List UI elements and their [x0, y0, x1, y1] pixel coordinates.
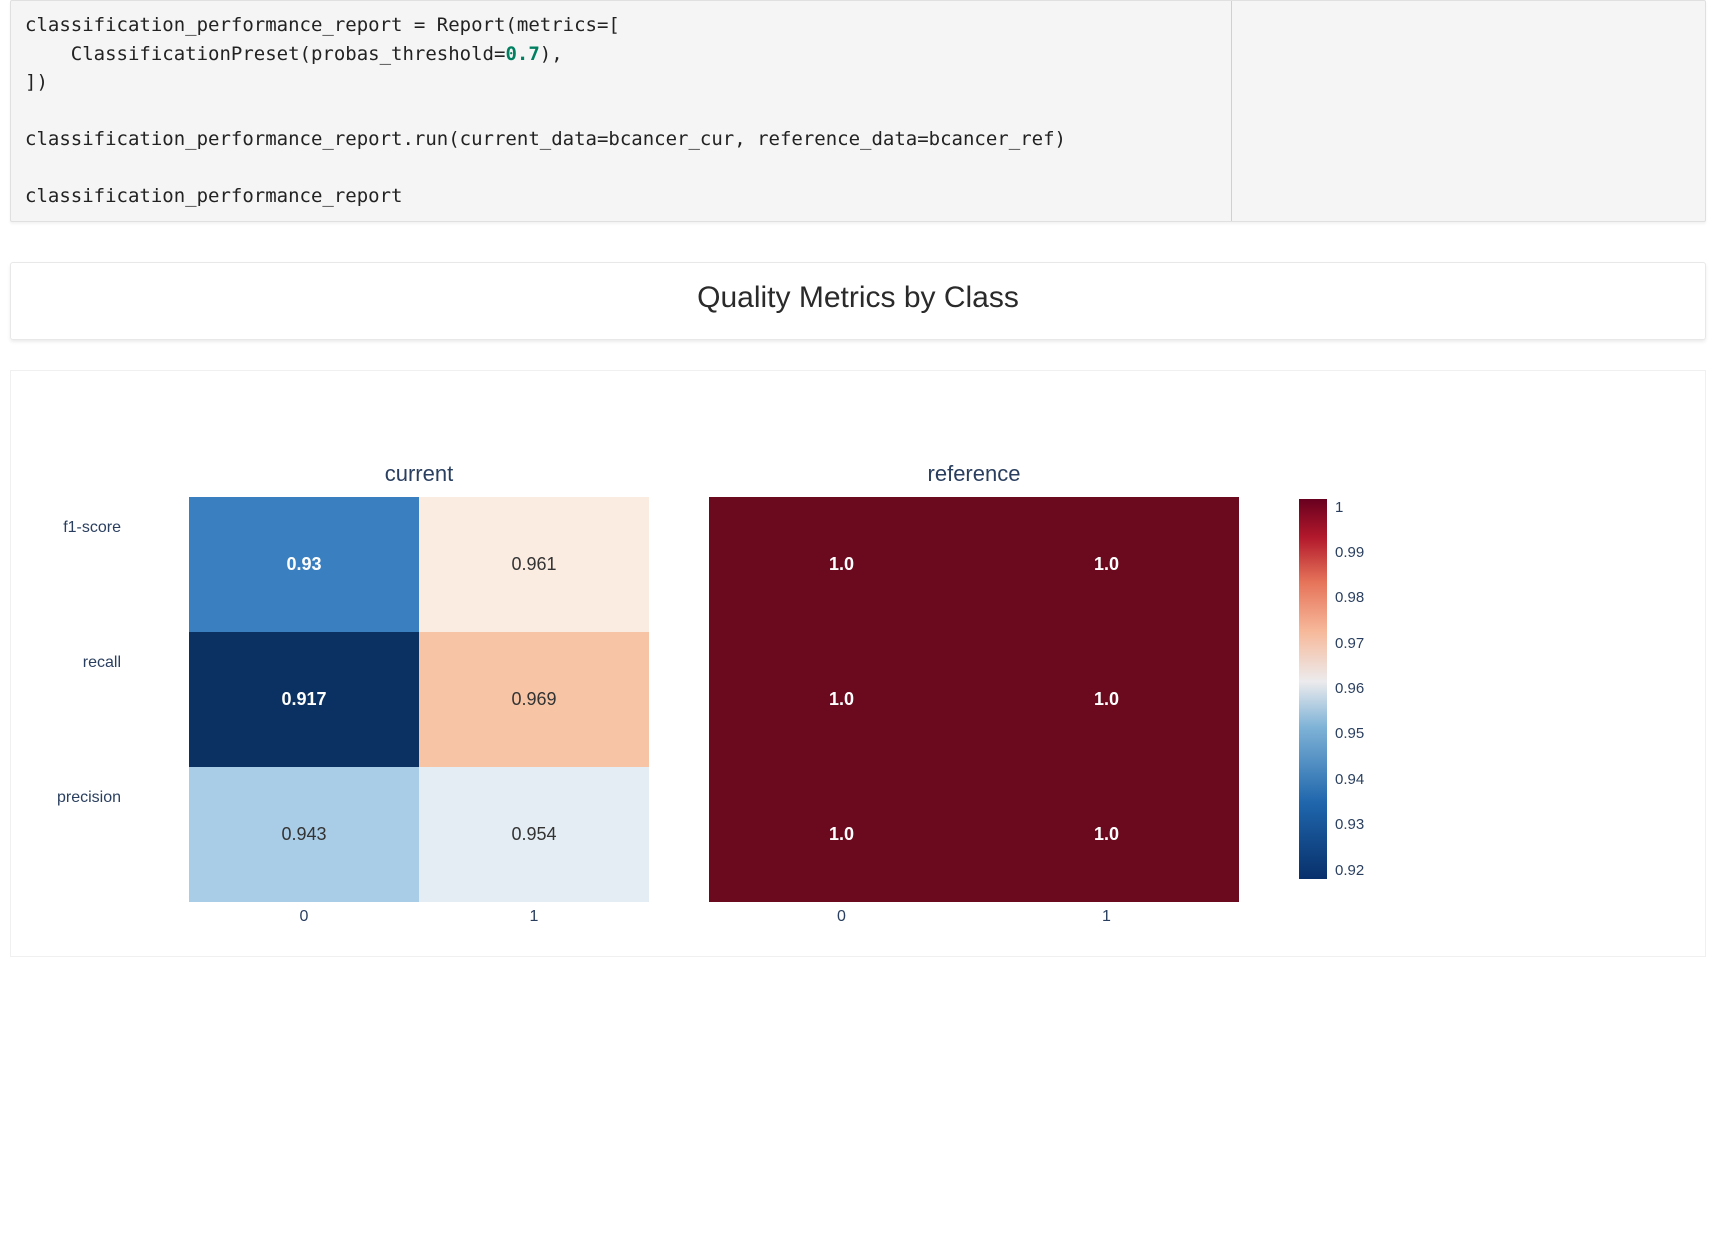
y-axis-labels: f1-score recall precision — [41, 461, 121, 866]
colorbar-tick: 0.97 — [1335, 635, 1364, 652]
section-header-card: Quality Metrics by Class — [10, 262, 1706, 340]
code-cell-divider — [1231, 1, 1232, 221]
x-axis-labels-current: 0 1 — [189, 908, 649, 926]
x-axis-label: 1 — [974, 908, 1239, 926]
heatmap-cell[interactable]: 1.0 — [709, 497, 974, 632]
heatmap-reference: reference 1.0 1.0 1.0 1.0 1.0 1.0 0 1 — [709, 461, 1239, 926]
y-axis-label: f1-score — [41, 461, 121, 596]
x-axis-label: 0 — [189, 908, 419, 926]
heatmap-cell[interactable]: 1.0 — [974, 632, 1239, 767]
section-title: Quality Metrics by Class — [697, 281, 1019, 314]
heatmap-cell[interactable]: 0.961 — [419, 497, 649, 632]
heatmap-container: f1-score recall precision current 0.93 0… — [41, 461, 1675, 926]
heatmap-grid-reference[interactable]: 1.0 1.0 1.0 1.0 1.0 1.0 — [709, 497, 1239, 902]
heatmap-grid-current[interactable]: 0.93 0.961 0.917 0.969 0.943 0.954 — [189, 497, 649, 902]
code-cell[interactable]: classification_performance_report = Repo… — [10, 0, 1706, 222]
colorbar-tick: 0.99 — [1335, 544, 1364, 561]
colorbar-tick: 0.96 — [1335, 680, 1364, 697]
colorbar-tick: 0.94 — [1335, 771, 1364, 788]
heatmap-cell[interactable]: 1.0 — [974, 767, 1239, 902]
subplot-title-current: current — [385, 461, 453, 487]
heatmap-cell[interactable]: 0.969 — [419, 632, 649, 767]
heatmap-cell[interactable]: 0.917 — [189, 632, 419, 767]
heatmap-cell[interactable]: 0.954 — [419, 767, 649, 902]
code-line: classification_performance_report.run(cu… — [25, 128, 1066, 150]
subplot-title-reference: reference — [928, 461, 1021, 487]
heatmap-cell[interactable]: 0.943 — [189, 767, 419, 902]
code-line: classification_performance_report = Repo… — [25, 14, 620, 36]
heatmap-cell[interactable]: 1.0 — [709, 767, 974, 902]
code-number-literal: 0.7 — [505, 43, 539, 65]
heatmap-current: current 0.93 0.961 0.917 0.969 0.943 0.9… — [189, 461, 649, 926]
colorbar-tick: 0.98 — [1335, 589, 1364, 606]
code-line: ), — [540, 43, 563, 65]
heatmap-card: f1-score recall precision current 0.93 0… — [10, 370, 1706, 957]
colorbar-ticks: 1 0.99 0.98 0.97 0.96 0.95 0.94 0.93 0.9… — [1335, 499, 1364, 879]
y-axis-label: precision — [41, 731, 121, 866]
x-axis-labels-reference: 0 1 — [709, 908, 1239, 926]
heatmap-cell[interactable]: 1.0 — [974, 497, 1239, 632]
colorbar-tick: 0.92 — [1335, 862, 1364, 879]
colorbar: 1 0.99 0.98 0.97 0.96 0.95 0.94 0.93 0.9… — [1299, 499, 1364, 879]
heatmap-cell[interactable]: 0.93 — [189, 497, 419, 632]
colorbar-tick: 0.93 — [1335, 816, 1364, 833]
colorbar-tick: 0.95 — [1335, 725, 1364, 742]
y-axis-label: recall — [41, 596, 121, 731]
colorbar-tick: 1 — [1335, 499, 1364, 516]
x-axis-label: 0 — [709, 908, 974, 926]
colorbar-gradient — [1299, 499, 1327, 879]
code-line: classification_performance_report — [25, 185, 403, 207]
code-line: ]) — [25, 71, 48, 93]
x-axis-label: 1 — [419, 908, 649, 926]
heatmap-cell[interactable]: 1.0 — [709, 632, 974, 767]
code-line: ClassificationPreset(probas_threshold= — [25, 43, 505, 65]
